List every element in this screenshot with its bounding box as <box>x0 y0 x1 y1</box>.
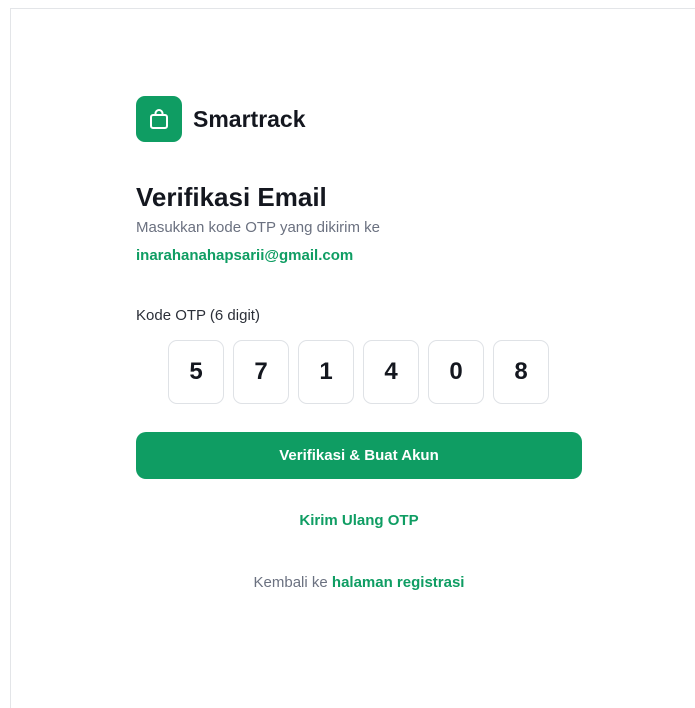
back-prefix-text: Kembali ke <box>253 574 328 591</box>
page-title: Verifikasi Email <box>136 182 327 212</box>
registration-page-link[interactable]: halaman registrasi <box>332 574 465 591</box>
otp-digit-input[interactable]: 7 <box>233 340 289 404</box>
otp-input-group: 5 7 1 4 0 8 <box>168 340 582 404</box>
otp-label: Kode OTP (6 digit) <box>136 307 260 324</box>
otp-digit-input[interactable]: 5 <box>168 340 224 404</box>
otp-digit-input[interactable]: 4 <box>363 340 419 404</box>
otp-digit-input[interactable]: 8 <box>493 340 549 404</box>
back-to-registration: Kembali ke halaman registrasi <box>136 573 582 593</box>
resend-otp-link[interactable]: Kirim Ulang OTP <box>136 511 582 531</box>
verification-card: Smartrack Verifikasi Email Masukkan kode… <box>136 96 582 593</box>
shopping-bag-icon <box>136 96 182 142</box>
email-address: inarahanahapsarii@gmail.com <box>136 247 354 264</box>
brand-header: Smartrack <box>136 96 582 142</box>
otp-digit-input[interactable]: 0 <box>428 340 484 404</box>
verify-and-create-account-button[interactable]: Verifikasi & Buat Akun <box>136 432 582 479</box>
brand-name: Smartrack <box>193 105 306 132</box>
otp-digit-input[interactable]: 1 <box>298 340 354 404</box>
page-subtitle: Masukkan kode OTP yang dikirim ke <box>136 219 380 236</box>
